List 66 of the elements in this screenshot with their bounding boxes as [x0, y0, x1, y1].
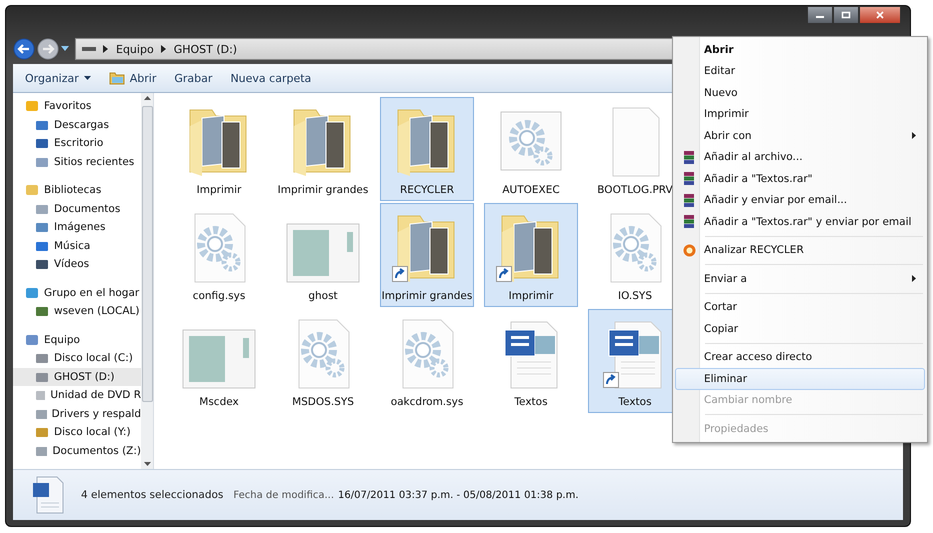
- window-file-icon: [285, 222, 361, 284]
- sidebar-group[interactable]: Grupo en el hogar: [13, 284, 141, 302]
- forward-button[interactable]: [37, 38, 59, 60]
- sidebar-item[interactable]: Escritorio: [13, 134, 141, 152]
- sidebar-item[interactable]: Disco local (C:): [13, 349, 141, 368]
- folder-icon: [108, 71, 125, 85]
- sidebar-group[interactable]: Equipo: [13, 330, 141, 349]
- scan-icon: [682, 244, 696, 257]
- scroll-down-icon: [144, 462, 150, 466]
- books-stack-icon: [683, 150, 695, 164]
- breadcrumb[interactable]: GHOST (D:): [174, 42, 238, 56]
- sidebar-item[interactable]: Sitios recientes: [13, 152, 141, 171]
- back-button[interactable]: [13, 38, 35, 60]
- file-item[interactable]: RECYCLER: [380, 97, 474, 201]
- books-stack-icon: [683, 194, 695, 207]
- sidebar-group[interactable]: Favoritos: [13, 97, 141, 116]
- scrollbar[interactable]: [141, 93, 153, 469]
- sidebar-item[interactable]: Documentos (Z:): [13, 442, 141, 460]
- scroll-up-icon: [144, 96, 150, 100]
- file-item[interactable]: ghost: [276, 203, 370, 307]
- history-dropdown-icon[interactable]: [61, 46, 69, 52]
- breadcrumb-arrow-icon: [103, 45, 109, 53]
- document-icon: [31, 475, 65, 515]
- file-item[interactable]: Textos: [484, 309, 578, 413]
- maximize-icon: [841, 11, 851, 19]
- sidebar-item[interactable]: Descargas: [13, 116, 141, 134]
- close-button[interactable]: [859, 6, 901, 24]
- breadcrumb-arrow-icon: [160, 45, 167, 53]
- sidebar-item[interactable]: Vídeos: [13, 255, 141, 274]
- file-item[interactable]: MSDOS.SYS: [276, 309, 370, 413]
- maximize-button[interactable]: [833, 6, 859, 24]
- sidebar-item[interactable]: Música: [13, 236, 141, 255]
- date-label: Fecha de modifica...: [233, 490, 334, 500]
- toolbar-button[interactable]: Grabar: [168, 70, 218, 86]
- file-item[interactable]: config.sys: [172, 203, 266, 307]
- toolbar-button[interactable]: Organizar: [19, 70, 97, 86]
- menu-item[interactable]: Editar: [675, 60, 925, 82]
- date-value: 16/07/2011 03:37 p.m. - 05/08/2011 01:38 p.m.: [338, 490, 579, 500]
- sidebar-item[interactable]: wseven (LOCAL): [13, 302, 141, 320]
- file-item[interactable]: Imprimir grandes: [380, 203, 474, 307]
- window-file-icon: [181, 328, 257, 390]
- menu-item[interactable]: Eliminar: [675, 368, 925, 390]
- books-stack-icon: [683, 215, 695, 228]
- breadcrumb[interactable]: Equipo: [116, 42, 154, 56]
- file-item[interactable]: Imprimir grandes: [276, 97, 370, 201]
- toolbar-button[interactable]: Abrir: [102, 69, 162, 87]
- file-item[interactable]: AUTOEXEC: [484, 97, 578, 201]
- toolbar-button[interactable]: Nueva carpeta: [224, 70, 318, 86]
- submenu-arrow-icon: [912, 132, 916, 140]
- close-icon: [875, 11, 885, 19]
- file-item[interactable]: oakcdrom.sys: [380, 309, 474, 413]
- caret-icon: [84, 76, 91, 80]
- sidebar-item[interactable]: Imágenes: [13, 218, 141, 236]
- file-item[interactable]: Mscdex: [172, 309, 266, 413]
- submenu-arrow-icon: [912, 275, 916, 282]
- minimize-button[interactable]: [807, 6, 833, 24]
- file-item[interactable]: Imprimir: [172, 97, 266, 201]
- file-item[interactable]: Imprimir: [484, 203, 578, 307]
- selection-count: 4 elementos seleccionados: [81, 489, 224, 501]
- sidebar-item[interactable]: Documentos: [13, 200, 141, 218]
- sidebar-item[interactable]: GHOST (D:): [13, 368, 141, 386]
- sidebar-item[interactable]: Drivers y respald: [13, 404, 141, 423]
- sidebar-item[interactable]: Disco local (Y:): [13, 423, 141, 442]
- sidebar-group[interactable]: Bibliotecas: [13, 181, 141, 200]
- sidebar-item[interactable]: Unidad de DVD R: [13, 386, 141, 404]
- books-stack-icon: [683, 172, 695, 186]
